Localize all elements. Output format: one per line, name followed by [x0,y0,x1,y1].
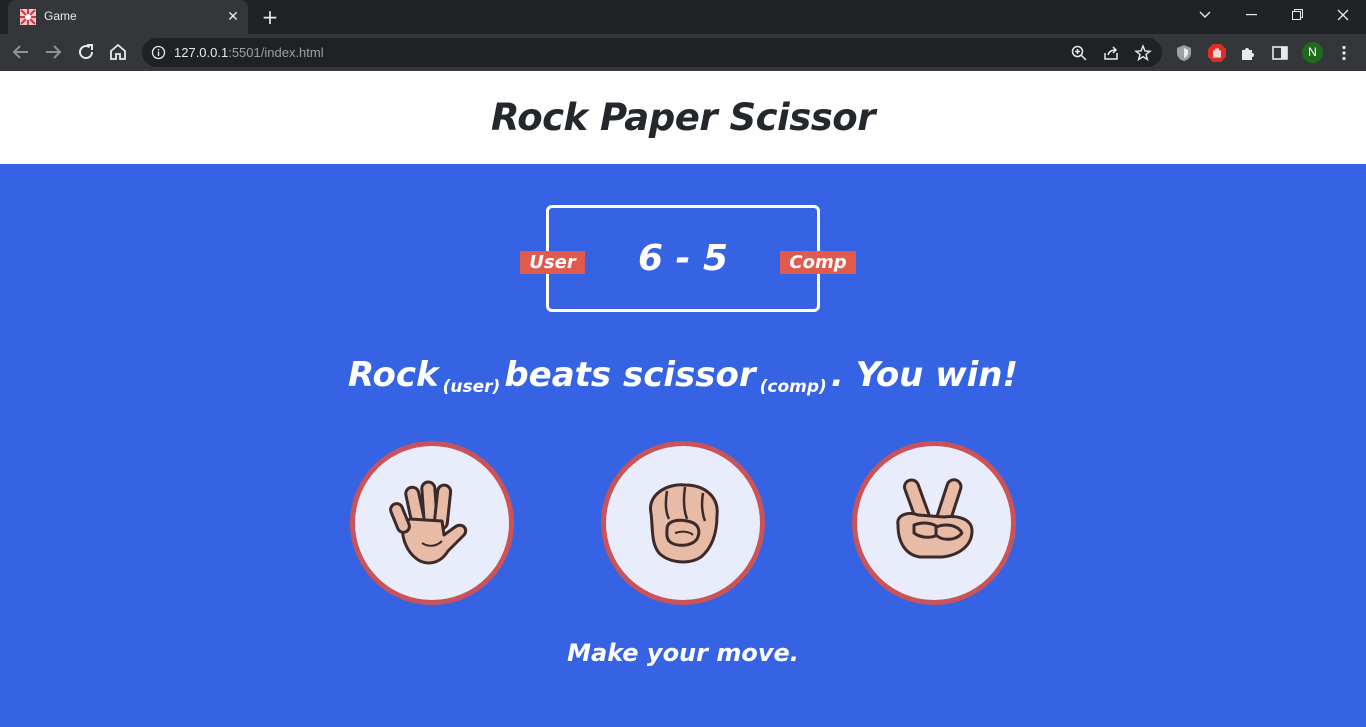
puzzle-extensions-icon[interactable] [1238,43,1258,63]
profile-avatar[interactable]: N [1302,42,1323,63]
home-icon[interactable] [105,39,131,65]
zoom-icon[interactable] [1070,44,1088,62]
profile-initial: N [1308,45,1317,59]
result-outcome: . You win! [830,355,1018,395]
restore-button[interactable] [1274,0,1320,30]
back-arrow-icon[interactable] [8,39,34,65]
tab-close-icon[interactable]: ✕ [224,8,242,26]
result-comp-tag: (comp) [759,377,827,397]
page-header: Rock Paper Scissor [0,71,1366,164]
victory-hand-icon [896,478,974,559]
rock-choice-button[interactable] [601,441,765,605]
close-window-button[interactable] [1320,0,1366,30]
url-text[interactable]: 127.0.0.1:5501/index.html [174,45,324,60]
score-text: 6 - 5 [637,238,729,279]
page-title: Rock Paper Scissor [491,96,875,139]
result-message: Rock (user) beats scissor (comp). You win! [0,352,1366,410]
tab-game[interactable]: Game ✕ [8,0,248,34]
result-verb: beats scissor [504,355,756,395]
url-host: 127.0.0.1 [174,45,229,60]
scissors-choice-button[interactable] [852,441,1016,605]
result-user-choice: Rock [348,355,439,395]
forward-arrow-icon[interactable] [40,39,66,65]
game-favicon-icon [20,9,36,25]
reload-icon[interactable] [73,39,99,65]
side-panel-icon[interactable] [1270,43,1290,63]
stop-hand-extension-icon[interactable] [1207,43,1227,63]
user-score-badge: User [520,251,585,274]
result-user-tag: (user) [442,377,501,397]
site-info-icon[interactable] [151,45,166,60]
tab-search-icon[interactable] [1182,0,1228,30]
tab-title: Game [44,9,77,23]
url-path: :5501/index.html [228,45,324,60]
bookmark-star-icon[interactable] [1134,44,1152,62]
minimize-button[interactable] [1228,0,1274,30]
shield-extension-icon[interactable] [1174,43,1194,63]
new-tab-button[interactable]: + [258,6,282,28]
share-icon[interactable] [1102,44,1120,62]
tab-strip: Game ✕ + [0,0,1366,34]
open-hand-icon [389,480,468,565]
address-bar[interactable]: 127.0.0.1:5501/index.html [142,38,1162,67]
fist-icon [649,483,719,564]
browser-toolbar: 127.0.0.1:5501/index.html N [0,34,1366,71]
menu-kebab-icon[interactable] [1334,43,1354,63]
scoreboard: 6 - 5 [546,205,820,312]
comp-score-badge: Comp [780,251,856,274]
paper-choice-button[interactable] [350,441,514,605]
prompt-message: Make your move. [567,639,799,667]
